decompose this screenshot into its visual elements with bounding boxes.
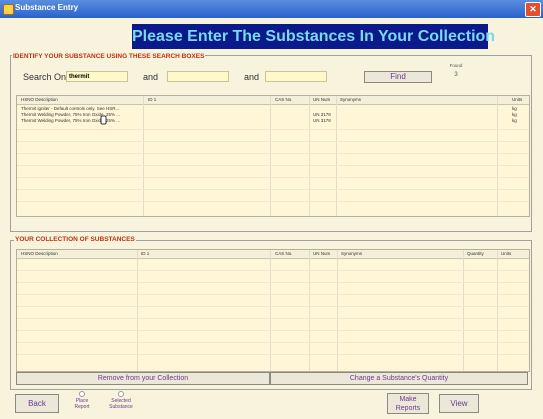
found-label: Found (449, 63, 463, 68)
results-table[interactable]: HSNO Description ID 1 CAS No. UN Num Syn… (16, 95, 530, 217)
row-un-num: UN 3178 (313, 118, 331, 123)
change-quantity-button[interactable]: Change a Substance's Quantity (270, 372, 528, 385)
col-id1[interactable]: ID 1 (148, 97, 156, 102)
table-row[interactable]: Thermit Welding Powder, 75% Iron Oxide, … (17, 117, 529, 123)
col-un-num[interactable]: UN Num (313, 251, 330, 256)
col-hsno-description[interactable]: HSNO Description (21, 97, 58, 102)
col-synonyms[interactable]: Synonyms (340, 97, 361, 102)
title-bar: Substance Entry ✕ (0, 0, 543, 18)
make-reports-button[interactable]: Make Reports (387, 393, 429, 414)
table-row[interactable]: Thermit Welding Powder, 75% Iron Oxide, … (17, 111, 529, 117)
selected-substance-radio[interactable] (118, 391, 124, 397)
col-quantity[interactable]: Quantity (467, 251, 484, 256)
col-units[interactable]: Units (512, 97, 522, 102)
page-banner: Please Enter The Substances In Your Coll… (132, 24, 495, 49)
col-synonyms[interactable]: Synonyms (341, 251, 362, 256)
and-label-1: and (143, 72, 159, 82)
place-report-line2: Report (74, 404, 90, 410)
search-on-label: Search On (23, 72, 67, 82)
make-reports-line1: Make (399, 396, 417, 403)
and-label-2: and (244, 72, 260, 82)
col-cas-no[interactable]: CAS No. (275, 97, 293, 102)
collection-section-title: YOUR COLLECTION OF SUBSTANCES (14, 236, 136, 243)
search-input-1[interactable]: thermit (66, 71, 128, 82)
remove-from-collection-button[interactable]: Remove from your Collection (16, 372, 270, 385)
window-title: Substance Entry (15, 3, 79, 12)
back-button[interactable]: Back (15, 394, 59, 413)
col-hsno-description[interactable]: HSNO Description (21, 251, 58, 256)
app-icon (3, 4, 14, 15)
table-row[interactable]: Thermit igniter - Default controls only.… (17, 105, 529, 111)
collection-header: HSNO Description ID 1 CAS No. UN Num Syn… (17, 250, 529, 259)
results-header: HSNO Description ID 1 CAS No. UN Num Syn… (17, 96, 529, 105)
found-count: 3 (454, 72, 458, 78)
col-un-num[interactable]: UN Num (313, 97, 330, 102)
close-icon[interactable]: ✕ (525, 2, 541, 17)
selected-substance-label: Selected Substance (103, 398, 139, 410)
cursor-icon (100, 115, 107, 125)
place-report-radio[interactable] (79, 391, 85, 397)
col-units[interactable]: Units (501, 251, 511, 256)
make-reports-line2: Reports (395, 405, 421, 412)
find-button[interactable]: Find (364, 71, 432, 83)
place-report-label: Place Report (68, 398, 96, 410)
search-section-title: IDENTIFY YOUR SUBSTANCE USING THESE SEAR… (12, 53, 206, 60)
selected-substance-line2: Substance (109, 404, 133, 410)
row-units: kg (512, 118, 517, 123)
search-input-2[interactable] (167, 71, 229, 82)
col-cas-no[interactable]: CAS No. (275, 251, 293, 256)
search-input-3[interactable] (265, 71, 327, 82)
view-button[interactable]: View (439, 394, 479, 413)
col-id1[interactable]: ID 1 (141, 251, 149, 256)
collection-table[interactable]: HSNO Description ID 1 CAS No. UN Num Syn… (16, 249, 530, 372)
